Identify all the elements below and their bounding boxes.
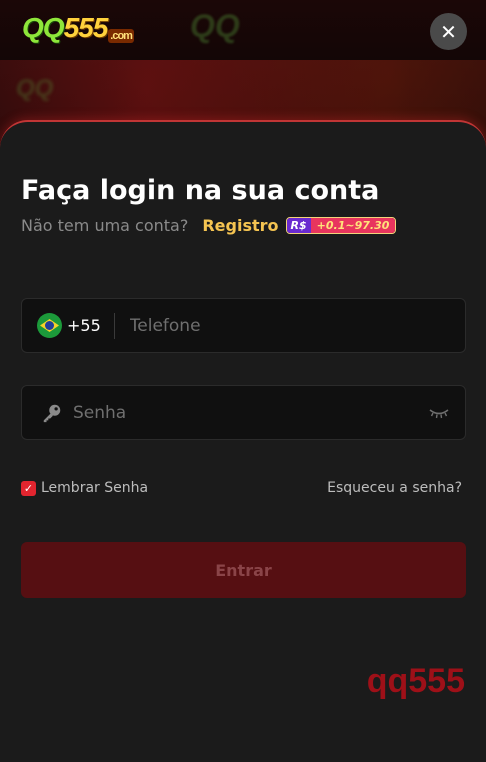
- bonus-badge: R$ +0.1~97.30: [285, 217, 397, 234]
- phone-input[interactable]: [127, 314, 432, 337]
- logo: QQ555 .com: [22, 12, 134, 43]
- register-prompt: Não tem uma conta? Registro R$ +0.1~97.3…: [21, 216, 397, 235]
- watermark: qq555: [366, 662, 465, 700]
- forgot-password-link[interactable]: Esqueceu a senha?: [327, 480, 462, 496]
- background-banner: QQ: [190, 8, 240, 44]
- close-button[interactable]: ✕: [430, 13, 467, 50]
- bonus-amount: +0.1~97.30: [310, 218, 396, 233]
- page-title: Faça login na sua conta: [21, 175, 380, 206]
- no-account-text: Não tem uma conta?: [21, 216, 189, 235]
- phone-field: +55: [21, 298, 466, 353]
- divider: [113, 312, 115, 339]
- password-field: [21, 385, 466, 440]
- bonus-currency: R$: [286, 218, 311, 233]
- eye-closed-icon[interactable]: [429, 407, 449, 419]
- close-icon: ✕: [440, 19, 457, 44]
- login-button[interactable]: Entrar: [21, 542, 466, 598]
- top-bar: QQ555 .com QQ ✕: [0, 0, 486, 60]
- remember-password-checkbox[interactable]: ✓ Lembrar Senha: [21, 480, 148, 496]
- key-icon: [43, 404, 61, 422]
- check-icon: ✓: [21, 480, 36, 496]
- background-banner-2: QQ: [16, 75, 54, 102]
- brazil-flag-icon[interactable]: [37, 313, 62, 338]
- register-link[interactable]: Registro: [202, 216, 278, 235]
- remember-password-label: Lembrar Senha: [41, 480, 149, 496]
- password-input[interactable]: [71, 401, 395, 424]
- country-code[interactable]: +55: [67, 316, 101, 335]
